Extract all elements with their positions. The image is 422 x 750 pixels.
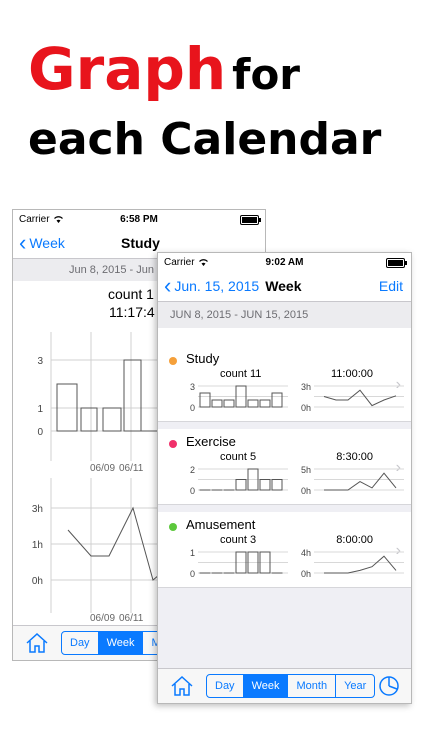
count-bar [235, 479, 247, 491]
count-axis-0: 0 [37, 427, 43, 438]
count-date-0611: 06/11 [119, 463, 144, 474]
mini-count-chart: 10 [190, 548, 288, 579]
count-axis-1: 1 [37, 404, 43, 415]
hours-axis-3h: 3h [32, 504, 43, 515]
count-bar [123, 359, 142, 432]
axis-tick-label: 0h [301, 569, 311, 579]
duration-summary: 11:17:4 [109, 304, 155, 320]
event-count: count 3 [220, 534, 257, 546]
count-summary: count 1 [108, 286, 154, 302]
chevron-left-icon: ‹ [19, 230, 27, 255]
axis-tick-label: 5h [301, 465, 311, 475]
mini-hours-chart: 4h 0h [301, 548, 404, 579]
total-duration: 8:00:00 [336, 534, 373, 546]
period-segmented-control: Day Week Month Year [206, 674, 376, 698]
segment-week[interactable]: Week [243, 675, 289, 697]
axis-tick-label: 4h [301, 548, 311, 558]
hours-line [324, 555, 397, 574]
count-bar [102, 407, 122, 432]
total-duration: 8:30:00 [336, 451, 373, 463]
hours-line [323, 389, 397, 407]
status-bar: Carrier 6:58 PM [13, 210, 265, 228]
back-button-label: Jun. 15, 2015 [174, 278, 260, 294]
hours-date-0611: 06/11 [119, 613, 144, 624]
count-axis-3: 3 [37, 356, 43, 367]
count-bar [259, 479, 271, 491]
battery-icon [240, 215, 261, 225]
headline-line-2: each Calendar [28, 114, 382, 165]
axis-tick-label: 3h [301, 382, 311, 392]
axis-tick-label: 0h [301, 403, 311, 413]
headline-line-1: Graph for [28, 34, 300, 110]
headline-for: for [232, 50, 301, 99]
battery-icon [386, 258, 407, 268]
headline-graph: Graph [28, 35, 227, 103]
axis-tick-label: 2 [190, 465, 195, 475]
axis-tick-label: 0h [301, 486, 311, 496]
status-time: 6:58 PM [120, 213, 158, 225]
count-date-0609: 06/09 [90, 463, 115, 474]
home-icon[interactable] [170, 675, 194, 697]
calendar-name: Exercise [186, 434, 236, 449]
calendar-color-dot [169, 357, 177, 365]
total-duration: 11:00:00 [330, 368, 373, 380]
segment-year[interactable]: Year [336, 675, 374, 697]
count-bar [223, 399, 235, 408]
count-bar [211, 399, 223, 408]
count-bar [199, 392, 211, 408]
axis-tick-label: 0 [190, 569, 195, 579]
calendar-list: Study count 11 11:00:00 › 3 0 3h 0h Exercise coun… [158, 346, 411, 669]
status-time: 9:02 AM [265, 256, 304, 268]
mini-count-chart: 20 [190, 465, 288, 496]
calendar-name: Amusement [186, 517, 256, 532]
hours-axis-0h: 0h [32, 576, 43, 587]
back-button[interactable]: ‹ Jun. 15, 2015 [158, 273, 260, 298]
calendar-row-exercise[interactable]: Exercise count 5 8:30:00 › 2 0 5h 0h [158, 429, 411, 505]
back-button[interactable]: ‹ Week [13, 230, 65, 255]
axis-tick-label: 3 [190, 382, 195, 392]
mini-hours-chart: 3h 0h [301, 382, 404, 413]
axis-tick-label: 0 [190, 486, 195, 496]
back-button-label: Week [29, 235, 65, 251]
count-bar [80, 407, 98, 432]
hours-axis-1h: 1h [32, 540, 43, 551]
mini-count-chart: 30 [190, 382, 288, 413]
mini-hours-chart: 5h 0h [301, 465, 404, 496]
segment-day[interactable]: Day [62, 632, 99, 654]
segment-week[interactable]: Week [98, 632, 144, 654]
tab-bar: Day Week Month Year [158, 668, 411, 703]
segment-day[interactable]: Day [207, 675, 244, 697]
page-title: Study [121, 235, 160, 251]
calendar-color-dot [169, 440, 177, 448]
count-bar [271, 479, 283, 491]
calendar-color-dot [169, 523, 177, 531]
count-bar [259, 399, 271, 408]
count-bar [271, 392, 283, 408]
calendar-row-amusement[interactable]: Amusement count 3 8:00:00 › 1 0 4h 0h [158, 512, 411, 588]
hours-date-0609: 06/09 [90, 613, 115, 624]
nav-bar: ‹ Jun. 15, 2015 Week Edit [158, 271, 411, 302]
calendar-row-study[interactable]: Study count 11 11:00:00 › 3 0 3h 0h [158, 346, 411, 422]
page-title: Week [265, 278, 302, 294]
axis-tick-label: 1 [190, 548, 195, 558]
chevron-left-icon: ‹ [164, 273, 172, 298]
event-count: count 5 [220, 451, 257, 463]
front-phone-screen: Carrier 9:02 AM ‹ Jun. 15, 2015 Week Edi… [157, 252, 412, 704]
hours-line [324, 472, 397, 491]
date-range-bar: JUN 8, 2015 - JUN 15, 2015 [158, 302, 411, 328]
home-icon[interactable] [25, 632, 49, 654]
edit-button[interactable]: Edit [379, 278, 403, 294]
calendar-name: Study [186, 351, 220, 366]
pie-chart-icon[interactable] [377, 674, 401, 698]
axis-tick-label: 0 [190, 403, 195, 413]
event-count: count 11 [220, 368, 262, 380]
count-bar [247, 399, 259, 408]
status-bar: Carrier 9:02 AM [158, 253, 411, 271]
segment-month[interactable]: Month [288, 675, 337, 697]
